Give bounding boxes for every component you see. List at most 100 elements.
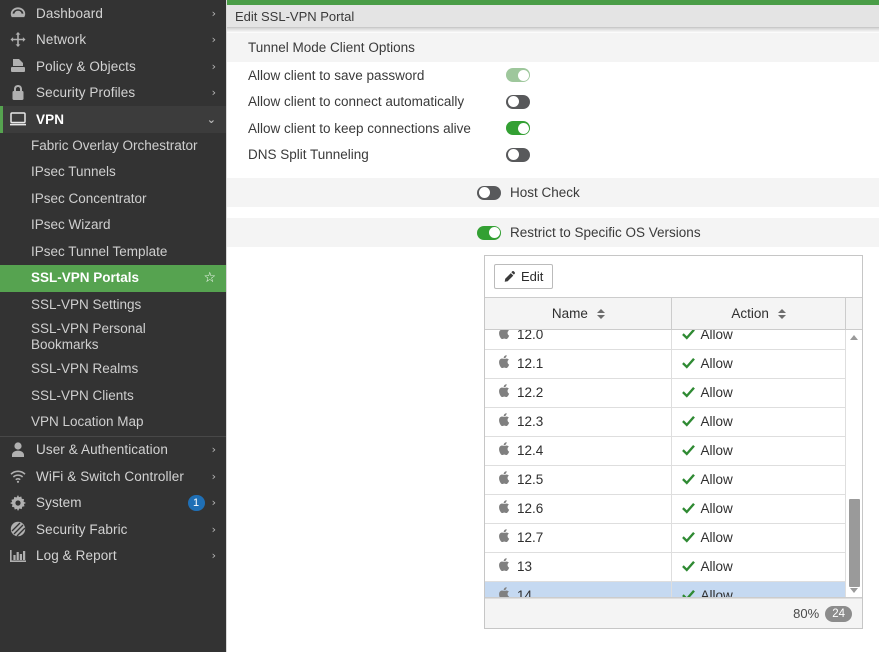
table-row[interactable]: 12.3Allow: [485, 407, 862, 436]
cell-name: 12.4: [485, 436, 671, 465]
scrollbar-thumb[interactable]: [849, 499, 860, 587]
check-icon: [682, 444, 695, 459]
table-row[interactable]: 12.4 Allow: [485, 436, 862, 465]
os-versions-table-header: Name Action: [485, 297, 862, 330]
action-label: Allow: [701, 443, 733, 458]
tunnel-mode-client-options-heading: Tunnel Mode Client Options: [227, 33, 879, 62]
sort-icon[interactable]: [597, 309, 604, 319]
os-version-label: 12.6: [517, 501, 543, 516]
table-row[interactable]: 12.6Allow: [485, 494, 862, 523]
main-navigation-sidebar: Dashboard›Network›Policy & Objects›Secur…: [0, 0, 226, 652]
restrict-os-row[interactable]: Restrict to Specific OS Versions: [227, 218, 879, 247]
spacer: [227, 207, 879, 218]
spacer: [227, 168, 879, 178]
favorite-star-icon[interactable]: ☆: [203, 271, 216, 285]
chevron-right-icon: ›: [212, 61, 216, 72]
chevron-right-icon: ›: [212, 524, 216, 535]
page-titlebar: Edit SSL-VPN Portal: [227, 5, 879, 28]
scroll-up-arrow-icon[interactable]: [846, 330, 862, 344]
action-label: Allow: [701, 414, 733, 429]
sidebar-item-security-fabric[interactable]: Security Fabric›: [0, 516, 226, 543]
sidebar-subitem-label: SSL-VPN Settings: [31, 297, 216, 313]
sidebar-item-vpn[interactable]: VPN⌄: [0, 106, 226, 133]
os-version-label: 13: [517, 559, 532, 574]
sort-icon[interactable]: [778, 309, 785, 319]
table-row[interactable]: 14Allow: [485, 581, 862, 598]
row-count-badge: 24: [825, 606, 852, 622]
column-header-action[interactable]: Action: [671, 298, 845, 330]
sidebar-subitem-ssl-vpn-settings[interactable]: SSL-VPN Settings: [0, 292, 226, 319]
sidebar-item-system[interactable]: System1›: [0, 490, 226, 517]
host-check-label: Host Check: [510, 185, 580, 200]
sidebar-item-wifi-switch-controller[interactable]: WiFi & Switch Controller›: [0, 463, 226, 490]
table-row[interactable]: 12.7Allow: [485, 523, 862, 552]
lock-icon: [8, 85, 28, 101]
cell-action: Allow: [671, 552, 845, 581]
sidebar-item-label: Network: [36, 32, 212, 47]
monitor-icon: [8, 111, 28, 127]
action-label: Allow: [701, 330, 733, 342]
column-header-name[interactable]: Name: [485, 298, 671, 330]
apple-icon: [499, 589, 510, 598]
edit-button-label: Edit: [521, 269, 543, 284]
table-row[interactable]: 13 Allow: [485, 552, 862, 581]
sidebar-subitem-ipsec-wizard[interactable]: IPsec Wizard: [0, 212, 226, 239]
sidebar-subitem-label: SSL-VPN Realms: [31, 361, 216, 377]
cell-name: 12.5: [485, 465, 671, 494]
table-row[interactable]: 12.2Allow: [485, 378, 862, 407]
table-row[interactable]: 12.0Allow: [485, 330, 862, 349]
sidebar-subitem-fabric-overlay-orchestrator[interactable]: Fabric Overlay Orchestrator: [0, 133, 226, 160]
edit-button[interactable]: Edit: [494, 264, 553, 289]
sidebar-subitem-ipsec-tunnels[interactable]: IPsec Tunnels: [0, 159, 226, 186]
sidebar-item-label: Log & Report: [36, 548, 212, 563]
restrict-os-toggle[interactable]: [477, 226, 501, 240]
sidebar-subitem-ssl-vpn-portals[interactable]: SSL-VPN Portals☆: [0, 265, 226, 292]
sidebar-item-policy-objects[interactable]: Policy & Objects›: [0, 53, 226, 80]
sidebar-item-log-report[interactable]: Log & Report›: [0, 543, 226, 570]
sidebar-subitem-ipsec-tunnel-template[interactable]: IPsec Tunnel Template: [0, 239, 226, 266]
restrict-os-label: Restrict to Specific OS Versions: [510, 225, 701, 240]
option-toggle[interactable]: [506, 68, 530, 82]
main-content-area: Edit SSL-VPN Portal Tunnel Mode Client O…: [226, 0, 879, 652]
check-icon: [682, 330, 695, 343]
apple-icon: [499, 330, 510, 343]
cell-action: Allow: [671, 330, 845, 349]
check-icon: [682, 560, 695, 575]
table-row[interactable]: 12.1Allow: [485, 349, 862, 378]
action-label: Allow: [701, 559, 733, 574]
sidebar-subitem-label: SSL-VPN Personal Bookmarks: [31, 321, 216, 353]
sidebar-item-security-profiles[interactable]: Security Profiles›: [0, 80, 226, 107]
option-toggle[interactable]: [506, 95, 530, 109]
check-icon: [682, 415, 695, 430]
os-version-label: 12.2: [517, 385, 543, 400]
sidebar-subitem-label: SSL-VPN Portals: [31, 270, 203, 286]
os-versions-panel: Edit Name Action: [484, 255, 863, 629]
sidebar-subitem-ipsec-concentrator[interactable]: IPsec Concentrator: [0, 186, 226, 213]
zoom-percent-label: 80%: [793, 606, 819, 621]
apple-icon: [499, 473, 510, 488]
sidebar-item-dashboard[interactable]: Dashboard›: [0, 0, 226, 27]
sidebar-item-network[interactable]: Network›: [0, 27, 226, 54]
option-toggle[interactable]: [506, 148, 530, 162]
sidebar-subitem-vpn-location-map[interactable]: VPN Location Map: [0, 409, 226, 436]
option-label: Allow client to connect automatically: [248, 94, 464, 109]
sidebar-item-user-authentication[interactable]: User & Authentication›: [0, 437, 226, 464]
host-check-row[interactable]: Host Check: [227, 178, 879, 207]
table-vertical-scrollbar[interactable]: [845, 330, 862, 597]
sidebar-subitem-ssl-vpn-personal-bookmarks[interactable]: SSL-VPN Personal Bookmarks: [0, 318, 226, 356]
table-row[interactable]: 12.5Allow: [485, 465, 862, 494]
action-label: Allow: [701, 530, 733, 545]
sidebar-subitem-label: IPsec Tunnels: [31, 164, 216, 180]
host-check-toggle[interactable]: [477, 186, 501, 200]
scroll-down-arrow-icon[interactable]: [846, 583, 862, 597]
security-fabric-icon: [8, 521, 28, 537]
user-icon: [8, 442, 28, 458]
cell-action: Allow: [671, 349, 845, 378]
check-icon: [682, 357, 695, 372]
wifi-icon: [8, 468, 28, 484]
option-label: DNS Split Tunneling: [248, 147, 369, 162]
cell-name: 13: [485, 552, 671, 581]
option-toggle[interactable]: [506, 121, 530, 135]
sidebar-subitem-ssl-vpn-clients[interactable]: SSL-VPN Clients: [0, 383, 226, 410]
sidebar-subitem-ssl-vpn-realms[interactable]: SSL-VPN Realms: [0, 356, 226, 383]
